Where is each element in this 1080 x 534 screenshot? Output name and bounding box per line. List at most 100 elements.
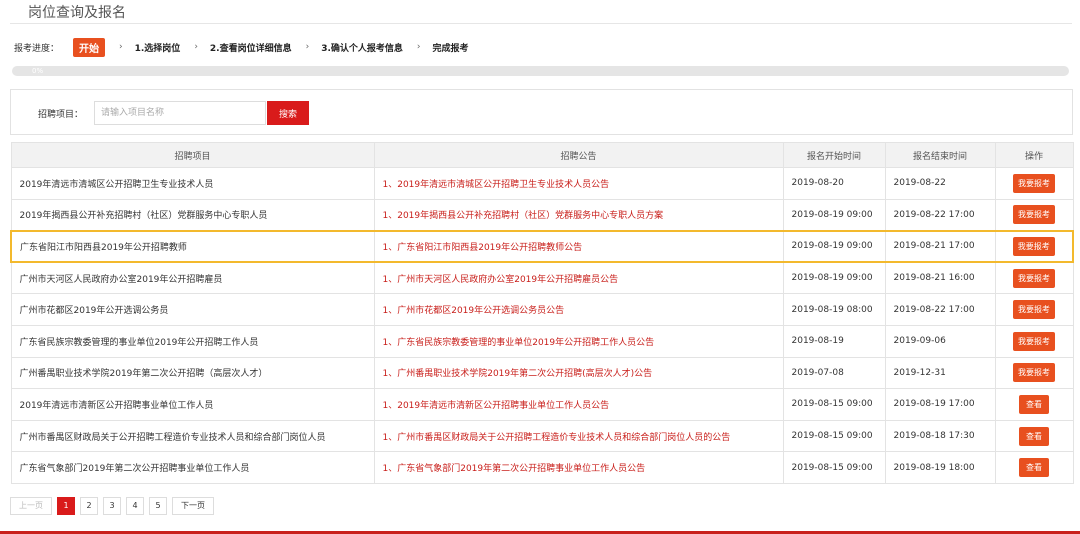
cell-start-time: 2019-08-15 09:00 — [782, 419, 886, 453]
cell-start-time: 2019-07-08 — [782, 356, 886, 390]
page-button-4[interactable]: 4 — [126, 497, 144, 515]
cell-start-time: 2019-08-15 09:00 — [782, 388, 886, 421]
project-search-input[interactable] — [94, 101, 266, 125]
cell-end-time: 2019-08-19 17:00 — [884, 388, 996, 421]
cell-action: 我要报考 — [994, 229, 1074, 264]
cell-action: 查看 — [994, 419, 1074, 453]
search-panel: 招聘项目： 搜索 — [10, 89, 1073, 135]
cell-end-time: 2019-08-22 17:00 — [884, 198, 996, 232]
cell-notice-link[interactable]: 1、广州市天河区人民政府办公室2019年公开招聘雇员公告 — [373, 261, 784, 295]
cell-project: 广州市花都区2019年公开选调公务员 — [10, 293, 375, 326]
cell-project: 广州市番禺区财政局关于公开招聘工程造价专业技术人员和综合部门岗位人员 — [10, 419, 375, 453]
page-button-3[interactable]: 3 — [103, 497, 121, 515]
cell-notice-link[interactable]: 1、广州番禺职业技术学院2019年第二次公开招聘(高层次人才)公告 — [373, 356, 784, 390]
cell-action: 我要报考 — [994, 261, 1074, 295]
cell-action: 查看 — [994, 388, 1074, 421]
view-button[interactable]: 查看 — [1019, 458, 1049, 478]
table-row: 2019年清远市清新区公开招聘事业单位工作人员 1、2019年清远市清新区公开招聘… — [10, 388, 1074, 421]
cell-start-time: 2019-08-19 09:00 — [782, 261, 886, 295]
progress-text: 0% — [32, 67, 44, 75]
cell-project: 广州番禺职业技术学院2019年第二次公开招聘（高层次人才） — [10, 356, 375, 390]
step-select-position: 1.选择岗位 — [134, 43, 181, 54]
positions-table: 招聘项目 招聘公告 报名开始时间 报名结束时间 操作 2019年清远市清城区公开… — [10, 142, 1074, 484]
cell-project: 2019年揭西县公开补充招聘村（社区）党群服务中心专职人员 — [10, 198, 375, 232]
cell-notice-link[interactable]: 1、2019年清远市清城区公开招聘卫生专业技术人员公告 — [373, 167, 784, 200]
progress-bar: 0% — [12, 66, 1069, 76]
view-button[interactable]: 查看 — [1019, 394, 1049, 414]
search-label: 招聘项目： — [38, 110, 84, 120]
cell-project: 2019年清远市清新区公开招聘事业单位工作人员 — [10, 388, 375, 421]
cell-action: 我要报考 — [994, 293, 1074, 326]
column-header-start-time: 报名开始时间 — [782, 142, 886, 168]
cell-notice-link[interactable]: 1、广州市番禺区财政局关于公开招聘工程造价专业技术人员和综合部门岗位人员的公告 — [373, 419, 784, 453]
cell-notice-link[interactable]: 1、广东省阳江市阳西县2019年公开招聘教师公告 — [373, 229, 784, 264]
page-button-2[interactable]: 2 — [80, 497, 98, 515]
cell-project: 广东省民族宗教委管理的事业单位2019年公开招聘工作人员 — [10, 324, 375, 358]
column-header-action: 操作 — [994, 142, 1074, 168]
column-header-notice: 招聘公告 — [373, 142, 784, 168]
apply-button[interactable]: 我要报考 — [1013, 300, 1055, 320]
page-button-5[interactable]: 5 — [149, 497, 167, 515]
table-row: 广州市番禺区财政局关于公开招聘工程造价专业技术人员和综合部门岗位人员 1、广州市番… — [10, 419, 1074, 453]
table-row: 2019年清远市清城区公开招聘卫生专业技术人员 1、2019年清远市清城区公开招聘… — [10, 167, 1074, 200]
apply-button[interactable]: 我要报考 — [1013, 205, 1055, 225]
table-header-row: 招聘项目 招聘公告 报名开始时间 报名结束时间 操作 — [10, 142, 1074, 168]
cell-end-time: 2019-08-22 — [884, 167, 996, 200]
cell-project: 广州市天河区人民政府办公室2019年公开招聘雇员 — [10, 261, 375, 295]
page-button-1[interactable]: 1 — [57, 497, 75, 515]
cell-action: 我要报考 — [994, 198, 1074, 232]
cell-end-time: 2019-09-06 — [884, 324, 996, 358]
cell-notice-link[interactable]: 1、2019年揭西县公开补充招聘村（社区）党群服务中心专职人员方案 — [373, 198, 784, 232]
cell-notice-link[interactable]: 1、广州市花都区2019年公开选调公务员公告 — [373, 293, 784, 326]
step-view-details: 2.查看岗位详细信息 — [209, 43, 292, 54]
chevron-right-icon: › — [305, 42, 310, 52]
cell-notice-link[interactable]: 1、广东省民族宗教委管理的事业单位2019年公开招聘工作人员公告 — [373, 324, 784, 358]
cell-action: 我要报考 — [994, 324, 1074, 358]
step-confirm-info: 3.确认个人报考信息 — [321, 43, 403, 54]
table-row: 广东省阳江市阳西县2019年公开招聘教师 1、广东省阳江市阳西县2019年公开招聘… — [10, 229, 1074, 264]
table-row: 广东省气象部门2019年第二次公开招聘事业单位工作人员 1、广东省气象部门2019… — [10, 451, 1074, 484]
apply-button[interactable]: 我要报考 — [1013, 331, 1055, 351]
chevron-right-icon: › — [194, 42, 198, 52]
column-header-project: 招聘项目 — [10, 142, 375, 168]
cell-start-time: 2019-08-20 — [782, 167, 886, 200]
cell-end-time: 2019-08-22 17:00 — [884, 293, 996, 326]
search-button[interactable]: 搜索 — [267, 101, 309, 125]
apply-button[interactable]: 我要报考 — [1013, 268, 1055, 288]
table-row: 广州番禺职业技术学院2019年第二次公开招聘（高层次人才） 1、广州番禺职业技术学… — [10, 356, 1074, 390]
title-bar: 岗位查询及报名 — [10, 2, 1072, 24]
cell-end-time: 2019-08-21 16:00 — [884, 261, 996, 295]
cell-project: 广东省阳江市阳西县2019年公开招聘教师 — [10, 229, 375, 264]
step-complete: 完成报考 — [432, 43, 469, 54]
table-row: 广州市天河区人民政府办公室2019年公开招聘雇员 1、广州市天河区人民政府办公室2… — [10, 261, 1074, 295]
cell-start-time: 2019-08-15 09:00 — [782, 451, 886, 484]
cell-start-time: 2019-08-19 08:00 — [782, 293, 886, 326]
cell-project: 广东省气象部门2019年第二次公开招聘事业单位工作人员 — [10, 451, 375, 484]
chevron-right-icon: › — [119, 42, 123, 52]
cell-end-time: 2019-08-21 17:00 — [884, 229, 996, 264]
prev-page-button[interactable]: 上一页 — [10, 497, 52, 515]
apply-button[interactable]: 我要报考 — [1012, 236, 1055, 256]
table-row: 2019年揭西县公开补充招聘村（社区）党群服务中心专职人员 1、2019年揭西县公… — [10, 198, 1074, 232]
apply-button[interactable]: 我要报考 — [1013, 363, 1055, 383]
cell-end-time: 2019-08-19 18:00 — [884, 451, 996, 484]
cell-project: 2019年清远市清城区公开招聘卫生专业技术人员 — [10, 167, 375, 200]
steps-label: 报考进度： — [14, 43, 60, 54]
column-header-end-time: 报名结束时间 — [884, 142, 996, 168]
progress-steps: 报考进度： 开始 › 1.选择岗位 › 2.查看岗位详细信息 › 3.确认个人报… — [14, 37, 469, 57]
table-row: 广东省民族宗教委管理的事业单位2019年公开招聘工作人员 1、广东省民族宗教委管理… — [10, 324, 1074, 358]
view-button[interactable]: 查看 — [1019, 426, 1049, 446]
cell-action: 查看 — [994, 451, 1074, 484]
cell-start-time: 2019-08-19 09:00 — [782, 198, 886, 232]
apply-button[interactable]: 我要报考 — [1013, 173, 1055, 193]
cell-action: 我要报考 — [994, 167, 1074, 200]
cell-notice-link[interactable]: 1、2019年清远市清新区公开招聘事业单位工作人员公告 — [373, 388, 784, 421]
page-title: 岗位查询及报名 — [22, 2, 132, 22]
cell-notice-link[interactable]: 1、广东省气象部门2019年第二次公开招聘事业单位工作人员公告 — [373, 451, 784, 484]
next-page-button[interactable]: 下一页 — [172, 497, 214, 515]
pagination: 上一页 1 2 3 4 5 下一页 — [10, 497, 219, 515]
cell-start-time: 2019-08-19 09:00 — [782, 229, 886, 264]
chevron-right-icon: › — [416, 42, 421, 52]
cell-start-time: 2019-08-19 — [782, 324, 886, 358]
cell-end-time: 2019-12-31 — [884, 356, 996, 390]
